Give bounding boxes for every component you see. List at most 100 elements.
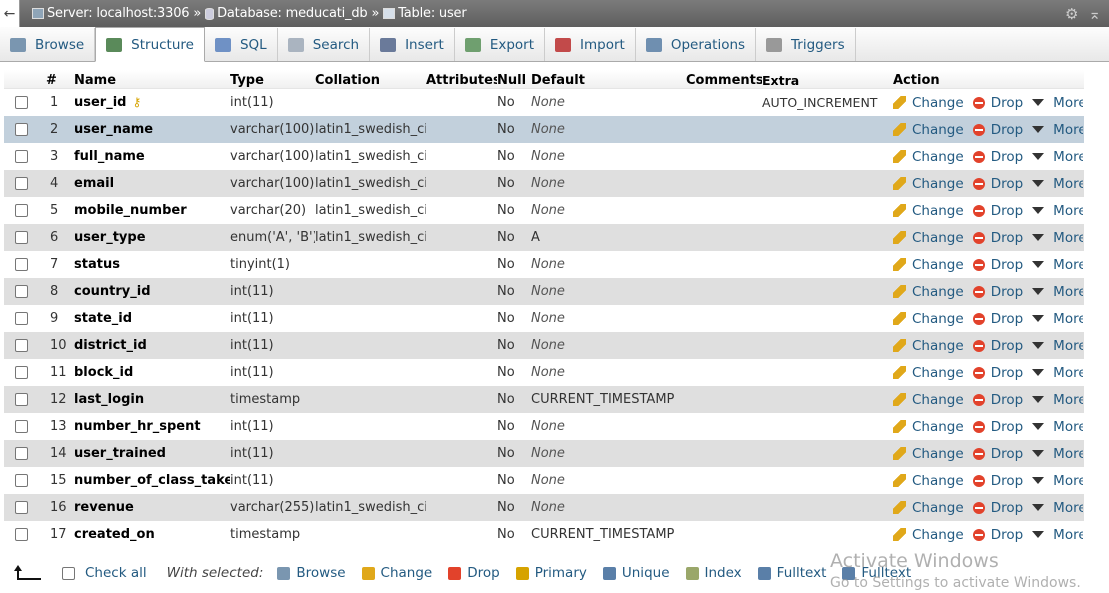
drop-link[interactable]: Drop	[972, 527, 1023, 543]
row-checkbox[interactable]	[14, 501, 28, 514]
table-row[interactable]: 17 created_on timestamp No CURRENT_TIMESTAMP…	[4, 521, 1084, 548]
table-row[interactable]: 5 mobile_number varchar(20) latin1_swedish_…	[4, 197, 1084, 224]
tab-import[interactable]: Import	[545, 28, 636, 61]
drop-link[interactable]: Drop	[972, 257, 1023, 273]
table-row[interactable]: 14 user_trained int(11) No None Change Drop Mor…	[4, 440, 1084, 467]
gear-icon[interactable]: ⚙	[1065, 5, 1078, 23]
more-dropdown[interactable]: More	[1032, 500, 1083, 516]
bulk-change-button[interactable]: Change	[361, 565, 432, 581]
drop-link[interactable]: Drop	[972, 365, 1023, 381]
drop-link[interactable]: Drop	[972, 284, 1023, 300]
breadcrumb-table[interactable]: Table: user	[383, 6, 467, 21]
drop-link[interactable]: Drop	[972, 473, 1023, 489]
row-checkbox[interactable]	[14, 258, 28, 271]
table-row[interactable]: 11 block_id int(11) No None Change Drop More	[4, 359, 1084, 386]
more-dropdown[interactable]: More	[1032, 95, 1083, 111]
row-checkbox[interactable]	[14, 96, 28, 109]
row-checkbox[interactable]	[14, 150, 28, 163]
change-link[interactable]: Change	[893, 284, 964, 300]
more-dropdown[interactable]: More	[1032, 122, 1083, 138]
more-dropdown[interactable]: More	[1032, 311, 1083, 327]
drop-link[interactable]: Drop	[972, 392, 1023, 408]
drop-link[interactable]: Drop	[972, 176, 1023, 192]
tab-insert[interactable]: Insert	[370, 28, 455, 61]
change-link[interactable]: Change	[893, 122, 964, 138]
table-row[interactable]: 2 user_name varchar(100) latin1_swedish_ci N…	[4, 116, 1084, 143]
change-link[interactable]: Change	[893, 257, 964, 273]
bulk-index-button[interactable]: Index	[685, 565, 742, 581]
change-link[interactable]: Change	[893, 527, 964, 543]
row-checkbox[interactable]	[14, 231, 28, 244]
row-checkbox[interactable]	[14, 312, 28, 325]
row-checkbox[interactable]	[14, 420, 28, 433]
check-all[interactable]: Check all	[62, 565, 147, 581]
change-link[interactable]: Change	[893, 392, 964, 408]
tab-search[interactable]: Search	[278, 28, 371, 61]
table-row[interactable]: 7 status tinyint(1) No None Change Drop More	[4, 251, 1084, 278]
row-checkbox[interactable]	[14, 474, 28, 487]
tab-operations[interactable]: Operations	[636, 28, 757, 61]
change-link[interactable]: Change	[893, 176, 964, 192]
table-row[interactable]: 10 district_id int(11) No None Change Drop More	[4, 332, 1084, 359]
row-checkbox[interactable]	[14, 123, 28, 136]
more-dropdown[interactable]: More	[1032, 473, 1083, 489]
table-row[interactable]: 8 country_id int(11) No None Change Drop More	[4, 278, 1084, 305]
row-checkbox[interactable]	[14, 447, 28, 460]
bulk-unique-button[interactable]: Unique	[602, 565, 670, 581]
more-dropdown[interactable]: More	[1032, 419, 1083, 435]
table-row[interactable]: 13 number_hr_spent int(11) No None Change Drop…	[4, 413, 1084, 440]
row-checkbox[interactable]	[14, 393, 28, 406]
back-arrow-icon[interactable]: ←	[0, 0, 20, 27]
breadcrumb-server[interactable]: Server: localhost:3306	[32, 6, 190, 21]
row-checkbox[interactable]	[14, 204, 28, 217]
more-dropdown[interactable]: More	[1032, 176, 1083, 192]
more-dropdown[interactable]: More	[1032, 527, 1083, 543]
more-dropdown[interactable]: More	[1032, 284, 1083, 300]
collapse-icon[interactable]: ⌅	[1088, 5, 1101, 23]
tab-export[interactable]: Export	[455, 28, 546, 61]
change-link[interactable]: Change	[893, 149, 964, 165]
more-dropdown[interactable]: More	[1032, 149, 1083, 165]
tab-triggers[interactable]: Triggers	[756, 28, 856, 61]
tab-browse[interactable]: Browse	[0, 28, 96, 61]
drop-link[interactable]: Drop	[972, 122, 1023, 138]
row-checkbox[interactable]	[14, 339, 28, 352]
drop-link[interactable]: Drop	[972, 446, 1023, 462]
drop-link[interactable]: Drop	[972, 500, 1023, 516]
more-dropdown[interactable]: More	[1032, 203, 1083, 219]
change-link[interactable]: Change	[893, 473, 964, 489]
more-dropdown[interactable]: More	[1032, 446, 1083, 462]
tab-structure[interactable]: Structure	[95, 27, 205, 62]
bulk-primary-button[interactable]: Primary	[515, 565, 587, 581]
change-link[interactable]: Change	[893, 311, 964, 327]
table-row[interactable]: 4 email varchar(100) latin1_swedish_ci No Non…	[4, 170, 1084, 197]
change-link[interactable]: Change	[893, 338, 964, 354]
more-dropdown[interactable]: More	[1032, 365, 1083, 381]
row-checkbox[interactable]	[14, 366, 28, 379]
change-link[interactable]: Change	[893, 230, 964, 246]
more-dropdown[interactable]: More	[1032, 257, 1083, 273]
drop-link[interactable]: Drop	[972, 311, 1023, 327]
check-all-checkbox[interactable]	[62, 566, 75, 580]
change-link[interactable]: Change	[893, 365, 964, 381]
bulk-fulltext-button[interactable]: Fulltext	[757, 565, 826, 581]
row-checkbox[interactable]	[14, 528, 28, 541]
tab-sql[interactable]: SQL	[205, 28, 278, 61]
more-dropdown[interactable]: More	[1032, 230, 1083, 246]
more-dropdown[interactable]: More	[1032, 338, 1083, 354]
change-link[interactable]: Change	[893, 95, 964, 111]
drop-link[interactable]: Drop	[972, 338, 1023, 354]
drop-link[interactable]: Drop	[972, 230, 1023, 246]
more-dropdown[interactable]: More	[1032, 392, 1083, 408]
change-link[interactable]: Change	[893, 419, 964, 435]
row-checkbox[interactable]	[14, 177, 28, 190]
drop-link[interactable]: Drop	[972, 95, 1023, 111]
change-link[interactable]: Change	[893, 446, 964, 462]
table-row[interactable]: 3 full_name varchar(100) latin1_swedish_ci N…	[4, 143, 1084, 170]
drop-link[interactable]: Drop	[972, 419, 1023, 435]
drop-link[interactable]: Drop	[972, 203, 1023, 219]
table-row[interactable]: 9 state_id int(11) No None Change Drop More	[4, 305, 1084, 332]
breadcrumb-database[interactable]: Database: meducati_db	[205, 6, 368, 21]
bulk-drop-button[interactable]: Drop	[448, 565, 500, 581]
change-link[interactable]: Change	[893, 500, 964, 516]
